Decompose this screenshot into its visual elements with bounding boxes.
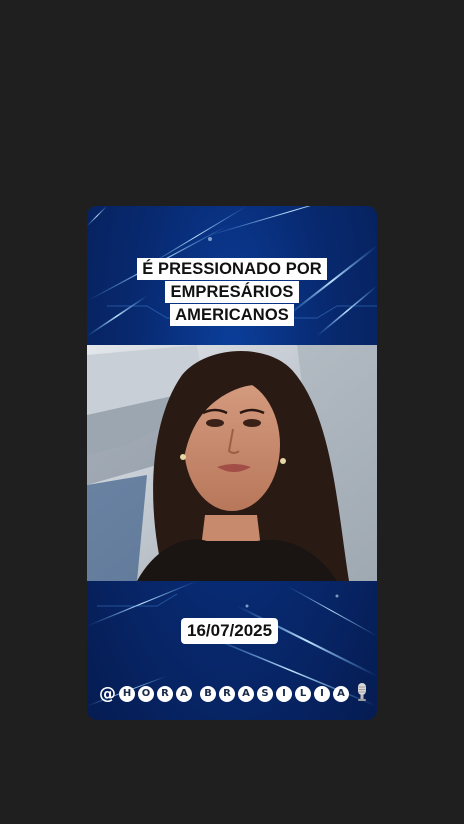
handle-letter: B <box>200 686 216 702</box>
news-anchor-video[interactable] <box>87 345 377 581</box>
handle-letter: R <box>219 686 235 702</box>
date-label: 16/07/2025 <box>181 618 279 644</box>
handle-letter: I <box>276 686 292 702</box>
handle-letter: L <box>295 686 311 702</box>
handle-letter: H <box>119 686 135 702</box>
headline-line: É PRESSIONADO POR <box>137 258 327 280</box>
handle-letter: O <box>138 686 154 702</box>
headline-line: AMERICANOS <box>170 304 294 326</box>
headline-line: EMPRESÁRIOS <box>165 281 299 303</box>
at-sign: @ <box>99 684 116 704</box>
handle-letter: R <box>157 686 173 702</box>
handle-letter: I <box>314 686 330 702</box>
microphone-icon <box>356 682 368 707</box>
handle-letter: A <box>238 686 254 702</box>
anchor-image <box>87 345 377 581</box>
handle-letter: A <box>333 686 349 702</box>
video-card[interactable]: É PRESSIONADO POR EMPRESÁRIOS AMERICANOS <box>87 206 377 720</box>
channel-handle[interactable]: @ H O R A B R A S I L I A <box>99 682 368 706</box>
headline: É PRESSIONADO POR EMPRESÁRIOS AMERICANOS <box>87 258 377 326</box>
handle-letter: S <box>257 686 273 702</box>
handle-letter: A <box>176 686 192 702</box>
